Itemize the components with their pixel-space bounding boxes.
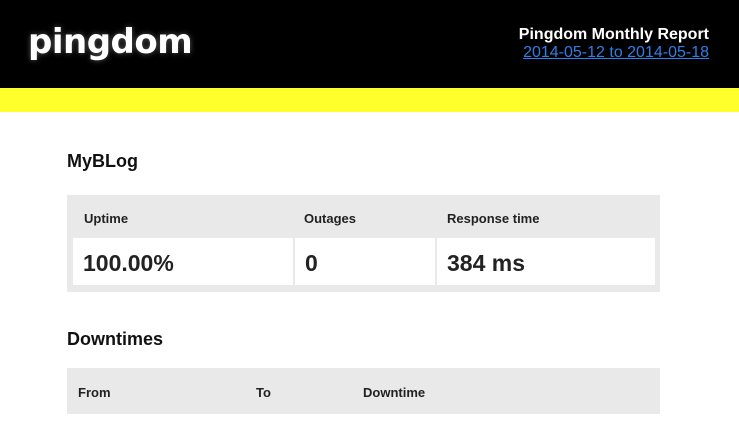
accent-bar: [0, 88, 739, 112]
site-name: MyBLog: [67, 151, 138, 171]
date-range-link[interactable]: 2014-05-12 to 2014-05-18: [523, 44, 709, 61]
outages-value: 0: [305, 250, 318, 276]
uptime-box: 100.00%: [73, 238, 293, 285]
column-from: From: [78, 385, 111, 400]
outages-label: Outages: [304, 211, 357, 226]
report-header: pingdom Pingdom Monthly Report 2014-05-1…: [0, 0, 739, 88]
report-title: Pingdom Monthly Report: [518, 26, 709, 43]
uptime-label: Uptime: [84, 211, 129, 226]
report-info: Pingdom Monthly Report 2014-05-12 to 201…: [519, 26, 709, 62]
column-downtime: Downtime: [363, 385, 426, 400]
stats-panel: Uptime Outages Response time 100.00% 0 3…: [67, 195, 660, 292]
downtimes-table-header: From To Downtime: [67, 368, 660, 414]
downtimes-title: Downtimes: [67, 329, 164, 349]
response-time-box: 384 ms: [437, 238, 655, 285]
response-time-label: Response time: [447, 211, 540, 226]
response-time-value: 384 ms: [447, 250, 526, 276]
column-to: To: [256, 385, 271, 400]
pingdom-logo: pingdom: [28, 22, 193, 62]
uptime-value: 100.00%: [83, 250, 174, 276]
outages-box: 0: [295, 238, 435, 285]
